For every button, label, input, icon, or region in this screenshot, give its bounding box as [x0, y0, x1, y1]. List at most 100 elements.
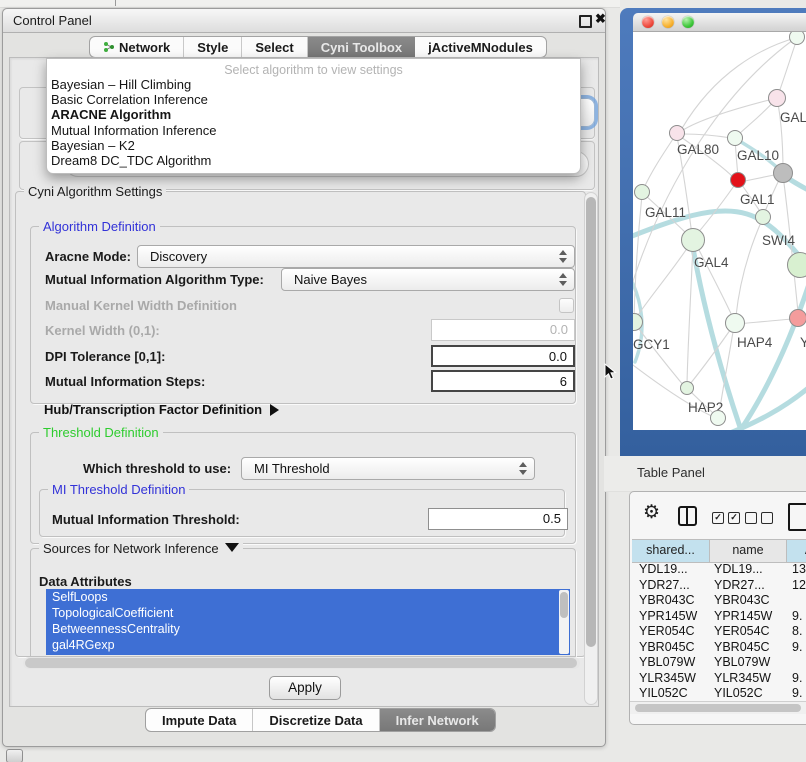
table-row[interactable]: YBR043C YBR043C [632, 593, 806, 609]
dpi-tolerance-field[interactable]: 0.0 [431, 345, 575, 367]
table-row[interactable]: YIL052C YIL052C 9. [632, 686, 806, 701]
stepper-arrows-icon [558, 250, 567, 263]
deselect-all-columns-icon[interactable] [745, 512, 773, 524]
network-node[interactable] [789, 309, 806, 327]
column-header-shared-name[interactable]: shared... [632, 540, 710, 562]
network-node[interactable] [730, 172, 746, 188]
tab-impute-data[interactable]: Impute Data [146, 709, 253, 731]
menu-item-aracne[interactable]: ARACNE Algorithm [47, 107, 580, 122]
menu-item-mutual-information[interactable]: Mutual Information Inference [47, 123, 580, 138]
close-traffic-light-icon[interactable] [642, 16, 654, 28]
minimized-panel-icon[interactable] [6, 749, 23, 762]
table-row[interactable]: YDL19... YDL19... 13 [632, 562, 806, 578]
aracne-mode-combobox[interactable]: Discovery [137, 245, 575, 268]
data-attributes-list[interactable]: SelfLoops TopologicalCoefficient Between… [46, 589, 570, 655]
network-node[interactable] [755, 209, 771, 225]
stepper-arrows-icon [518, 462, 527, 475]
cell-name: YBR045C [710, 640, 787, 656]
scrollbar-thumb[interactable] [586, 197, 596, 647]
kernel-width-field[interactable]: 0.0 [431, 319, 575, 341]
tab-jactivemnodules[interactable]: jActiveMNodules [415, 37, 546, 57]
node-label: GAL4 [694, 255, 729, 270]
select-all-columns-icon[interactable]: ✓✓ [712, 512, 740, 524]
bottom-tabbar: Impute Data Discretize Data Infer Networ… [145, 708, 496, 732]
cell-name: YPR145W [710, 609, 787, 625]
cell-shared-name: YDL19... [632, 562, 710, 578]
mouse-cursor [604, 363, 617, 382]
table-row[interactable]: YER054C YER054C 8. [632, 624, 806, 640]
mi-type-combobox[interactable]: Naive Bayes [281, 268, 575, 291]
cell-name: YLR345W [710, 671, 787, 687]
mi-steps-field[interactable]: 6 [431, 370, 575, 392]
scrollbar-thumb[interactable] [25, 658, 577, 668]
settings-group-title: Cyni Algorithm Settings [24, 184, 166, 199]
table-row[interactable]: YBL079W YBL079W [632, 655, 806, 671]
tab-select[interactable]: Select [242, 37, 307, 57]
list-item[interactable]: SelfLoops [46, 589, 570, 605]
export-table-icon[interactable] [788, 503, 806, 531]
list-scrollbar[interactable] [559, 590, 569, 654]
table-horizontal-scrollbar[interactable] [630, 701, 806, 714]
list-item[interactable]: gal4RGexp [46, 637, 570, 653]
tab-style[interactable]: Style [184, 37, 242, 57]
hub-definition-expander[interactable]: Hub/Transcription Factor Definition [44, 402, 279, 417]
menu-item-dream8[interactable]: Dream8 DC_TDC Algorithm [47, 153, 580, 168]
network-window-titlebar[interactable] [633, 13, 806, 32]
cell-value: 9. [787, 671, 806, 687]
manual-kernel-checkbox[interactable] [559, 298, 574, 313]
column-layout-icon[interactable] [678, 506, 697, 526]
tab-network[interactable]: Network [90, 37, 184, 57]
threshold-definition-title: Threshold Definition [39, 425, 163, 440]
settings-vertical-scrollbar[interactable] [584, 192, 598, 705]
table-row[interactable]: YLR345W YLR345W 9. [632, 671, 806, 687]
menu-item-basic-correlation[interactable]: Basic Correlation Inference [47, 92, 580, 107]
mi-threshold-field[interactable]: 0.5 [428, 508, 568, 530]
node-label: GAL1 [740, 192, 775, 207]
network-node[interactable] [773, 163, 793, 183]
menu-item-bayesian-k2[interactable]: Bayesian – K2 [47, 138, 580, 153]
zoom-traffic-light-icon[interactable] [682, 16, 694, 28]
network-node[interactable] [680, 381, 694, 395]
scrollbar-thumb[interactable] [635, 704, 801, 712]
tab-infer-network[interactable]: Infer Network [380, 709, 495, 731]
settings-horizontal-scrollbar[interactable] [23, 657, 580, 669]
node-label: GAL10 [737, 148, 779, 163]
minimize-traffic-light-icon[interactable] [662, 16, 674, 28]
which-threshold-combobox[interactable]: MI Threshold [241, 457, 535, 480]
control-panel-titlebar[interactable]: Control Panel ✖ [3, 9, 605, 33]
network-node[interactable] [725, 313, 745, 333]
sources-group-title[interactable]: Sources for Network Inference [39, 541, 243, 556]
network-node[interactable] [634, 184, 650, 200]
cell-value: 12 [787, 578, 806, 594]
list-item[interactable]: BetweennessCentrality [46, 621, 570, 637]
cell-name: YBL079W [710, 655, 787, 671]
cell-name: YDR27... [710, 578, 787, 594]
network-node[interactable] [727, 130, 743, 146]
network-node[interactable] [787, 252, 806, 278]
tab-discretize-data[interactable]: Discretize Data [253, 709, 379, 731]
close-icon[interactable]: ✖ [595, 11, 606, 27]
table-panel-header: Table Panel [604, 456, 806, 492]
table-header-row: shared... name A [632, 539, 806, 563]
mi-steps-label: Mutual Information Steps: [45, 374, 205, 389]
dpi-tolerance-label: DPI Tolerance [0,1]: [45, 349, 165, 364]
apply-button[interactable]: Apply [269, 676, 341, 700]
table-row[interactable]: YDR27... YDR27... 12 [632, 578, 806, 594]
table-row[interactable]: YPR145W YPR145W 9. [632, 609, 806, 625]
gear-icon[interactable]: ⚙ [643, 501, 660, 524]
column-header-partial[interactable]: A [787, 540, 806, 562]
expanded-arrow-icon [225, 543, 239, 552]
network-node[interactable] [681, 228, 705, 252]
table-row[interactable]: YBR045C YBR045C 9. [632, 640, 806, 656]
tab-cyni-toolbox[interactable]: Cyni Toolbox [308, 37, 415, 57]
network-canvas[interactable]: GALGAL80GAL10GAL1GAL11SWI4GAL4GCY1HAP4YH… [633, 32, 806, 430]
network-node[interactable] [768, 89, 786, 107]
list-item[interactable]: TopologicalCoefficient [46, 605, 570, 621]
network-view-window: GALGAL80GAL10GAL1GAL11SWI4GAL4GCY1HAP4YH… [620, 8, 806, 456]
column-header-name[interactable]: name [710, 540, 787, 562]
network-node[interactable] [669, 125, 685, 141]
menu-item-bayesian-hill-climbing[interactable]: Bayesian – Hill Climbing [47, 77, 580, 92]
float-window-icon[interactable] [579, 15, 592, 28]
network-node[interactable] [710, 410, 726, 426]
cell-shared-name: YPR145W [632, 609, 710, 625]
